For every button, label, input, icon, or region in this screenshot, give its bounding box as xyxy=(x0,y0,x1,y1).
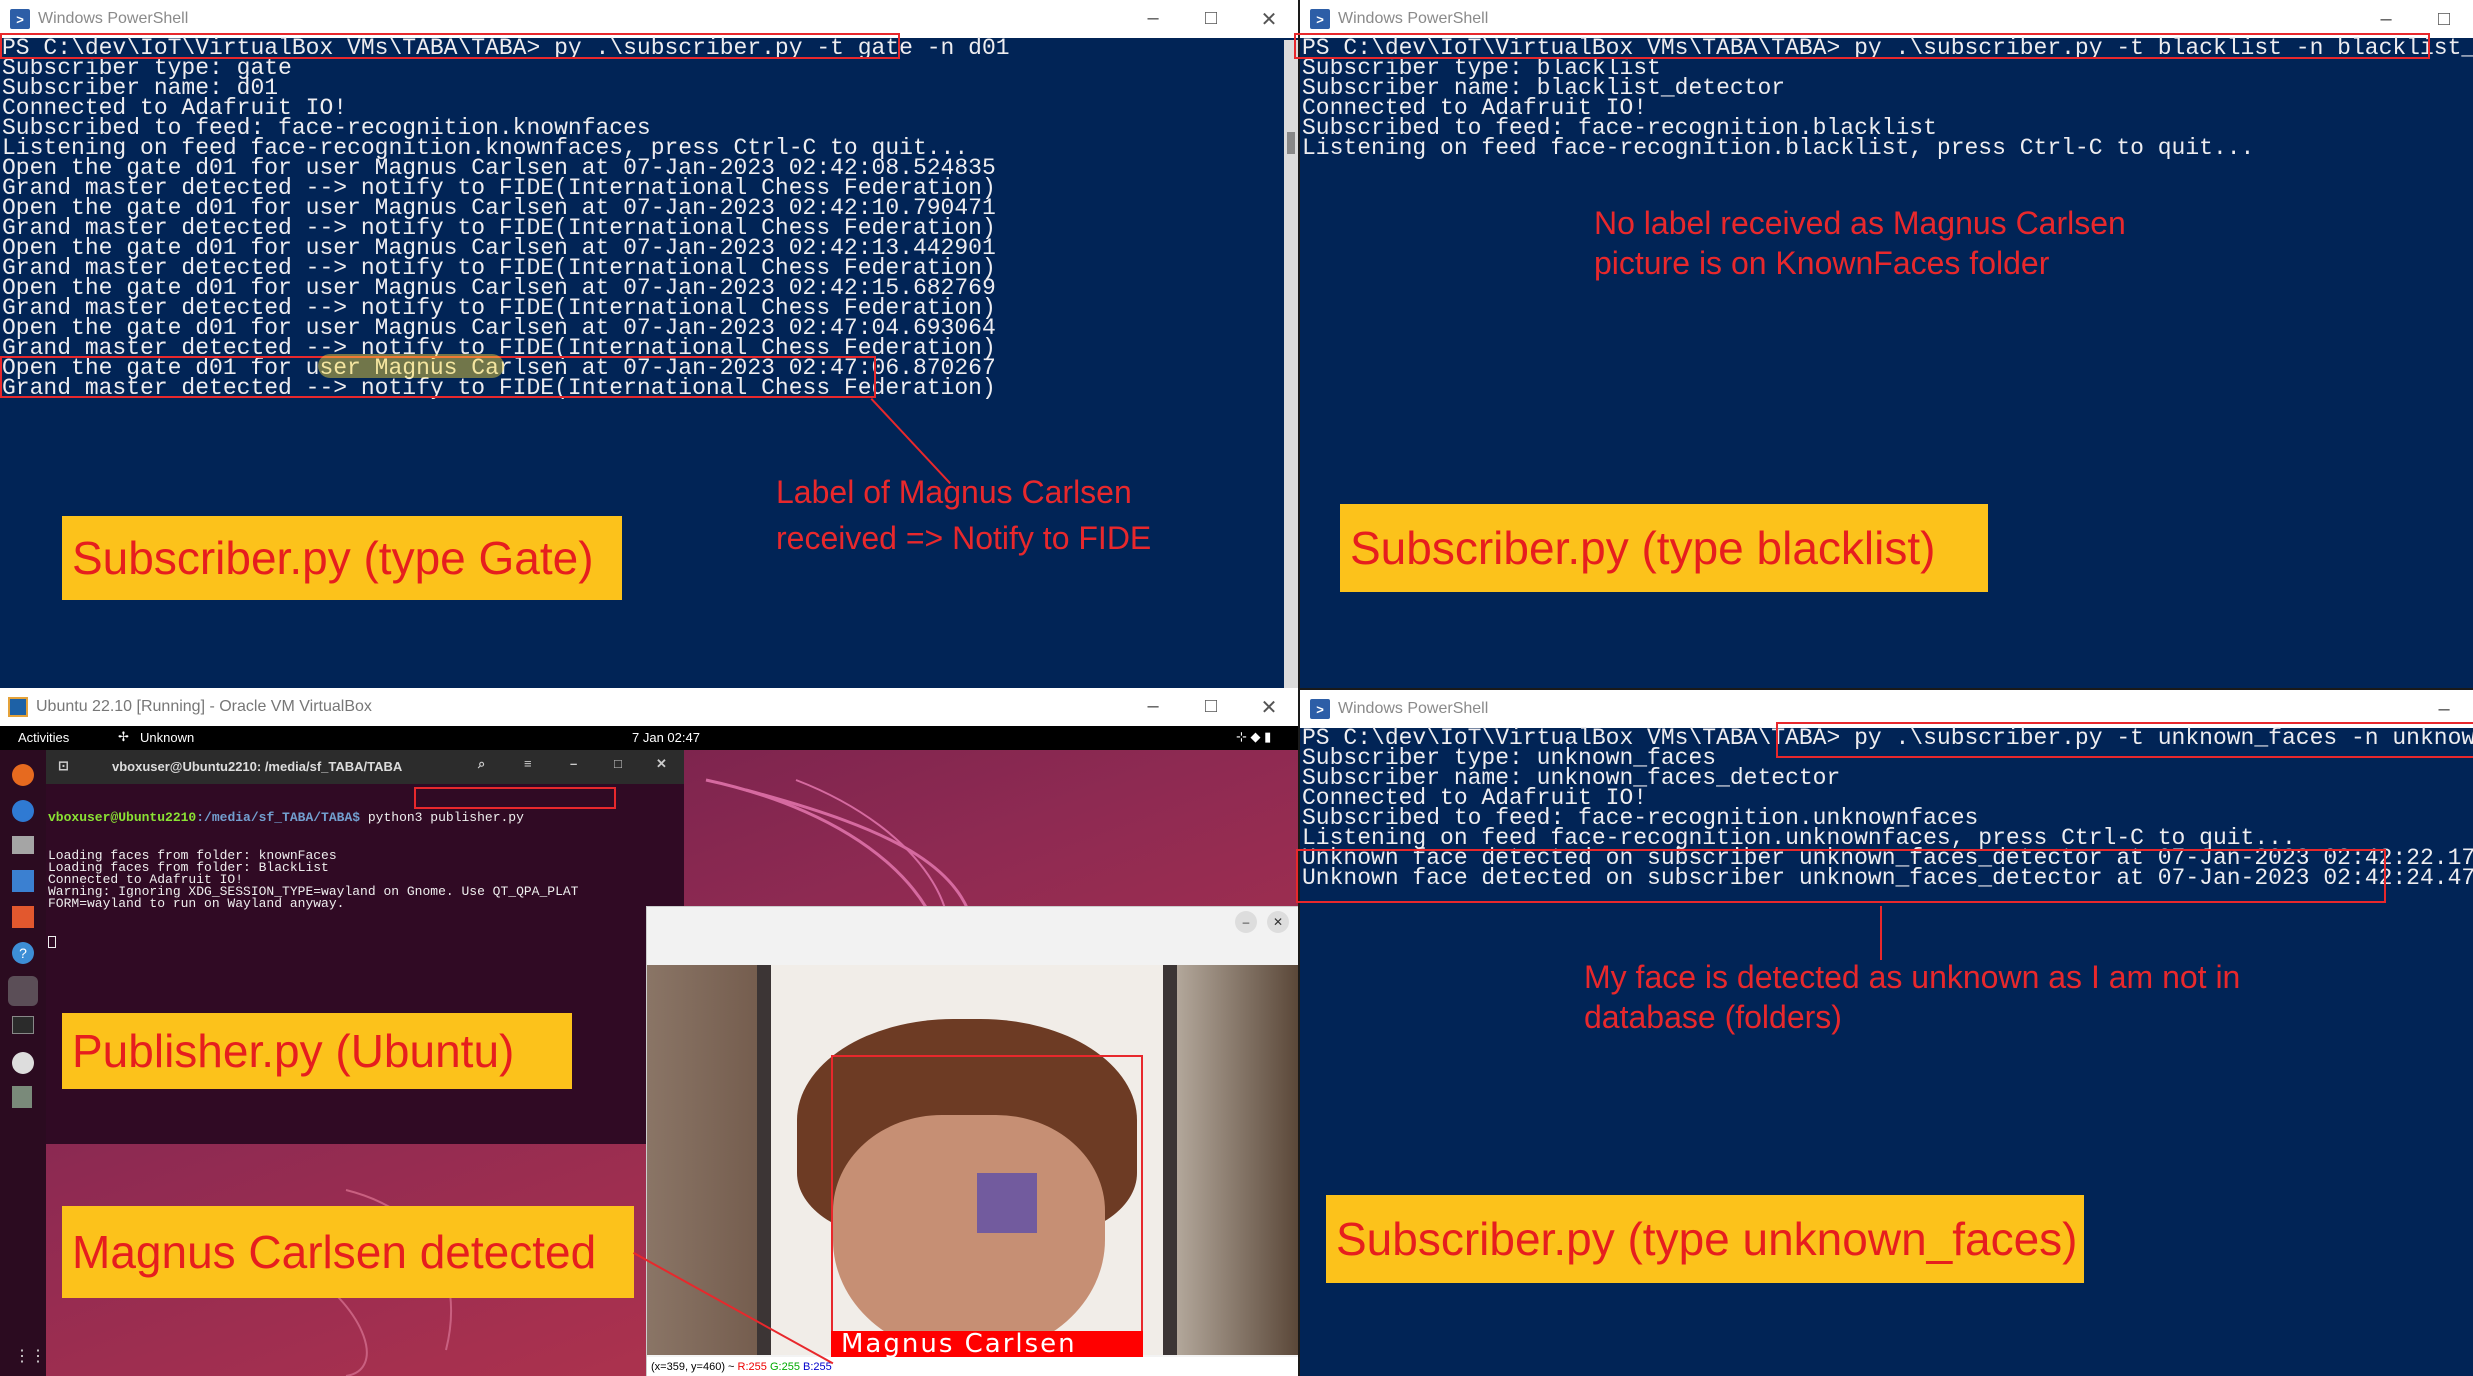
status-bar: (x=359, y=460) ~ R:255 G:255 B:255 xyxy=(647,1357,1298,1376)
status-r: R:255 xyxy=(737,1361,767,1373)
annotation-note: My face is detected as unknown as I am n… xyxy=(1584,957,2240,1037)
detected-label: Magnus Carlsen detected xyxy=(62,1206,634,1298)
annotation-note-line-2: picture is on KnownFaces folder xyxy=(1594,245,2050,281)
close-button[interactable]: ✕ xyxy=(656,756,667,772)
terminal-title: vboxuser@Ubuntu2210: /media/sf_TABA/TABA xyxy=(112,759,403,774)
status-b: B:255 xyxy=(803,1361,832,1373)
close-button[interactable]: ✕ xyxy=(1267,911,1289,933)
clock[interactable]: 7 Jan 02:47 xyxy=(632,730,700,745)
annotation-note-line-2: received => Notify to FIDE xyxy=(776,520,1152,556)
terminal-header: ⊡ vboxuser@Ubuntu2210: /media/sf_TABA/TA… xyxy=(46,750,684,784)
minimize-button[interactable]: – xyxy=(1124,7,1182,32)
annotation-note-line-1: My face is detected as unknown as I am n… xyxy=(1584,959,2241,995)
new-tab-icon[interactable]: ⊡ xyxy=(58,758,69,774)
window-title: Windows PowerShell xyxy=(38,10,189,27)
maximize-button[interactable]: □ xyxy=(2415,8,2473,31)
command-highlight-box xyxy=(0,33,900,59)
minimize-button[interactable]: – xyxy=(1235,911,1257,933)
maximize-button[interactable]: □ xyxy=(1182,695,1240,720)
terminal-lines: Loading faces from folder: knownFaces Loa… xyxy=(48,849,682,911)
show-apps-icon[interactable]: ⋮⋮ xyxy=(14,1346,46,1366)
title-bar: Ubuntu 22.10 [Running] - Oracle VM Virtu… xyxy=(0,688,1298,726)
search-icon[interactable]: ⌕ xyxy=(478,756,485,772)
annotation-note: No label received as Magnus Carlsen pict… xyxy=(1594,203,2126,283)
writer-icon[interactable] xyxy=(12,870,34,892)
powershell-icon: > xyxy=(1310,699,1330,719)
annotation-arrow xyxy=(1880,906,1882,960)
unknown-face-events-box xyxy=(1296,849,2386,903)
software-icon[interactable] xyxy=(12,906,34,928)
files-icon[interactable] xyxy=(12,836,34,854)
minimize-button[interactable]: – xyxy=(570,756,577,771)
help-icon[interactable]: ? xyxy=(12,942,34,964)
window-title: Windows PowerShell xyxy=(1338,700,1489,717)
face-label-bar: Magnus Carlsen xyxy=(831,1331,1143,1357)
maximize-button[interactable]: □ xyxy=(1182,7,1240,32)
menu-icon[interactable]: ≡ xyxy=(524,756,532,771)
system-tray-icon[interactable]: ⊹ ◆ ▮ xyxy=(1236,729,1271,745)
command: python3 publisher.py xyxy=(367,810,524,825)
activities-button[interactable]: Activities xyxy=(18,730,69,745)
window-title: Ubuntu 22.10 [Running] - Oracle VM Virtu… xyxy=(36,698,372,715)
firefox-icon[interactable] xyxy=(12,764,34,786)
app-menu-icon: ✢ xyxy=(118,729,129,744)
unknown-faces-subscriber-label: Subscriber.py (type unknown_faces) xyxy=(1326,1195,2084,1283)
close-button[interactable]: ✕ xyxy=(1240,7,1298,32)
terminal-icon[interactable] xyxy=(12,1016,34,1034)
close-button[interactable]: ✕ xyxy=(1240,695,1298,720)
minimize-button[interactable]: – xyxy=(2357,8,2415,31)
terminal-line: FORM=wayland to run on Wayland anyway. xyxy=(48,896,345,911)
powershell-icon: > xyxy=(10,9,30,29)
annotation-note: Label of Magnus Carlsen received => Noti… xyxy=(776,472,1151,558)
gate-subscriber-label: Subscriber.py (type Gate) xyxy=(62,516,622,600)
status-coords: (x=359, y=460) ~ xyxy=(651,1361,735,1373)
virtualbox-icon xyxy=(8,697,28,717)
camera-window-header: – ✕ xyxy=(647,907,1298,965)
publisher-label: Publisher.py (Ubuntu) xyxy=(62,1013,572,1089)
prompt-path: :/media/sf_TABA/TABA$ xyxy=(196,810,361,825)
terminal-cursor xyxy=(48,936,56,948)
annotation-note-line-2: database (folders) xyxy=(1584,999,1842,1035)
trash-icon[interactable] xyxy=(12,1086,32,1108)
annotation-note-line-1: No label received as Magnus Carlsen xyxy=(1594,205,2126,241)
terminal-body[interactable]: vboxuser@Ubuntu2210:/media/sf_TABA/TABA$… xyxy=(48,788,682,972)
command-highlight-box xyxy=(1294,33,2430,59)
ubuntu-dock: ? ⋮⋮ xyxy=(0,750,46,1376)
name-highlight xyxy=(318,354,504,378)
command-highlight-box xyxy=(414,787,616,809)
face-label: Magnus Carlsen xyxy=(841,1329,1077,1359)
face-detection-box xyxy=(831,1055,1143,1347)
annotation-note-line-1: Label of Magnus Carlsen xyxy=(776,474,1132,510)
media-icon[interactable] xyxy=(8,976,38,1006)
prompt-user: vboxuser@Ubuntu2210 xyxy=(48,810,197,825)
thunderbird-icon[interactable] xyxy=(12,800,34,822)
minimize-button[interactable]: – xyxy=(2415,698,2473,721)
status-g: G:255 xyxy=(769,1361,800,1373)
gnome-top-bar: Activities ✢ Unknown 7 Jan 02:47 ⊹ ◆ ▮ xyxy=(0,726,1298,750)
app-menu[interactable]: Unknown xyxy=(140,730,194,745)
terminal-line: Listening on feed face-recognition.black… xyxy=(1302,135,2255,161)
powershell-icon: > xyxy=(1310,9,1330,29)
maximize-button[interactable]: □ xyxy=(614,756,622,771)
window-title: Windows PowerShell xyxy=(1338,10,1489,27)
command-highlight-box xyxy=(1776,722,2473,758)
camera-window: – ✕ Magnus Carlsen (x=359, y=460) ~ R:25… xyxy=(646,906,1298,1376)
blacklist-subscriber-label: Subscriber.py (type blacklist) xyxy=(1340,504,1988,592)
disk-icon[interactable] xyxy=(12,1052,34,1074)
minimize-button[interactable]: – xyxy=(1124,695,1182,720)
scrollbar-thumb[interactable] xyxy=(1287,132,1295,154)
